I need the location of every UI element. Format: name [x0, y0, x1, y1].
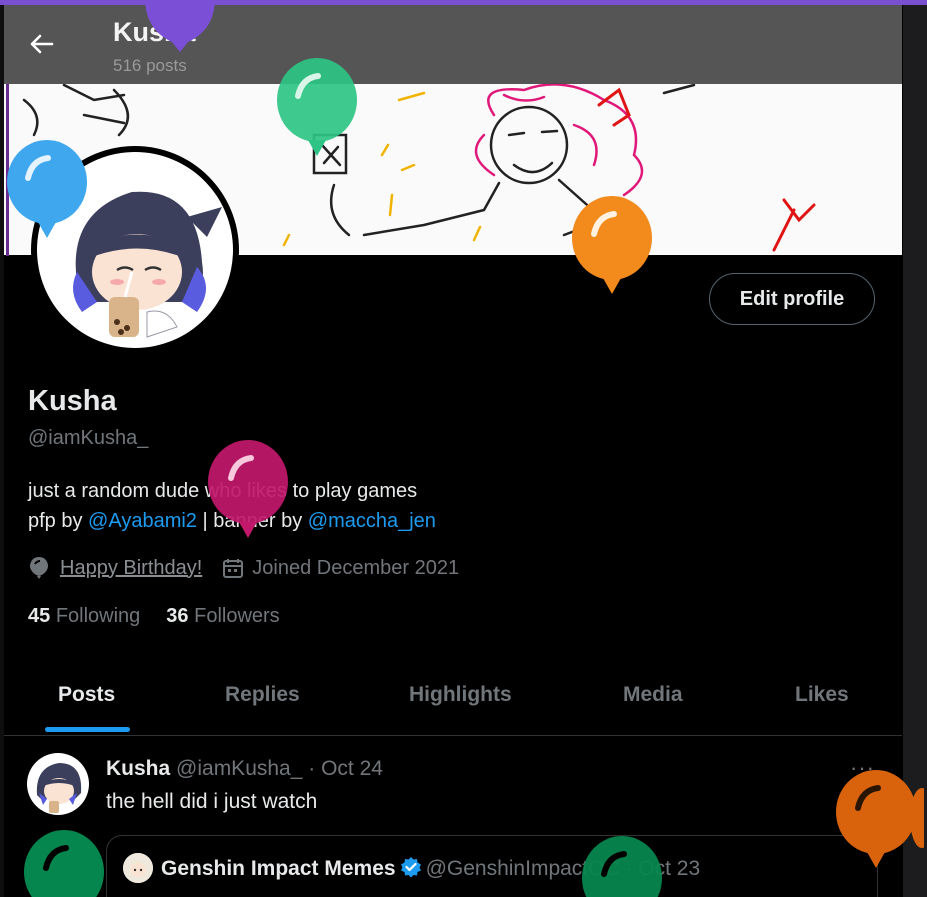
following-label: Following [55, 605, 141, 627]
tab-likes[interactable]: Likes [795, 683, 849, 707]
tab-media[interactable]: Media [623, 683, 683, 707]
balloon-icon [145, 0, 215, 52]
back-button[interactable] [26, 29, 56, 59]
back-arrow-icon [30, 34, 54, 54]
followers-count: 36 [166, 605, 189, 627]
quoted-post[interactable]: Genshin Impact Memes@GenshinImpactOC · O… [106, 835, 878, 897]
balloon-icon [30, 557, 48, 579]
balloon-icon [572, 196, 652, 294]
profile-column: Kusha 516 posts Edit profile Kusha @iamK… [4, 5, 902, 897]
birthday-link[interactable]: Happy Birthday! [60, 557, 202, 580]
post-date[interactable]: · Oct 24 [302, 757, 383, 780]
tab-highlights[interactable]: Highlights [409, 683, 512, 707]
tab-replies[interactable]: Replies [225, 683, 300, 707]
balloon-icon [582, 836, 662, 897]
post-text: the hell did i just watch [106, 790, 318, 813]
following-count: 45 [28, 605, 51, 627]
profile-meta: Happy Birthday! Joined December 2021 [28, 556, 459, 580]
quote-avatar [123, 853, 153, 883]
active-tab-indicator [45, 727, 130, 732]
display-name: Kusha [28, 385, 117, 417]
balloon-icon [7, 140, 87, 238]
followers-link[interactable]: 36 Followers [166, 605, 279, 627]
balloon-icon [208, 440, 288, 538]
verified-badge-icon [400, 857, 421, 878]
balloon-icon [836, 770, 924, 868]
balloon-icon [24, 830, 104, 897]
tab-posts[interactable]: Posts [58, 683, 115, 707]
bio-link-banner[interactable]: @maccha_jen [308, 510, 436, 532]
profile-tabs: Posts Replies Highlights Media Likes [4, 655, 902, 736]
post-author[interactable]: Kusha [106, 757, 170, 780]
following-link[interactable]: 45 Following [28, 605, 140, 627]
quote-author: Genshin Impact Memes [161, 857, 396, 880]
followers-label: Followers [194, 605, 280, 627]
bio-link-pfp[interactable]: @Ayabami2 [88, 510, 197, 532]
post-handle[interactable]: @iamKusha_ [176, 757, 302, 780]
profile-handle: @iamKusha_ [28, 427, 149, 449]
follow-stats: 45 Following 36 Followers [28, 605, 280, 628]
bio-text: pfp by [28, 510, 89, 532]
joined-date: Joined December 2021 [252, 556, 460, 579]
post-avatar[interactable] [27, 753, 89, 815]
post-header: Kusha @iamKusha_ · Oct 24 [106, 757, 383, 781]
calendar-icon [223, 559, 244, 578]
edit-profile-button[interactable]: Edit profile [709, 273, 875, 325]
scrollbar-track[interactable] [903, 5, 927, 897]
balloon-icon [277, 58, 357, 156]
sticky-header: Kusha 516 posts [4, 5, 902, 84]
